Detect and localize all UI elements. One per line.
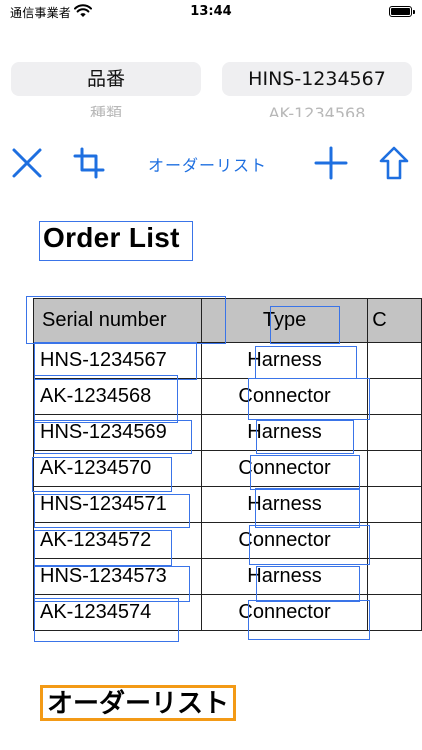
plus-icon[interactable] xyxy=(314,146,348,180)
close-icon[interactable] xyxy=(10,146,44,180)
value-picker[interactable]: HINS-1234567 xyxy=(222,62,412,96)
empty-cell xyxy=(367,558,422,595)
detected-text-box[interactable] xyxy=(39,221,193,261)
detected-text-box[interactable] xyxy=(248,378,370,420)
field-picker[interactable]: 品番 xyxy=(11,62,201,96)
battery-icon xyxy=(389,6,415,17)
value-picker-selected: HINS-1234567 xyxy=(248,68,386,90)
selected-text-box[interactable]: オーダーリスト xyxy=(40,685,237,721)
detected-text-box[interactable] xyxy=(34,598,179,642)
crop-icon[interactable] xyxy=(72,146,106,180)
detected-text-box[interactable] xyxy=(255,346,357,379)
detected-text-box[interactable] xyxy=(270,306,340,344)
detected-text-box[interactable] xyxy=(34,375,178,423)
detected-text-box[interactable] xyxy=(34,566,190,602)
field-picker-next-option[interactable]: 種類 xyxy=(11,103,201,117)
detected-text-box[interactable] xyxy=(32,457,172,492)
detected-text-box[interactable] xyxy=(34,420,192,454)
detected-text-box[interactable] xyxy=(256,420,354,454)
detected-text-box[interactable] xyxy=(250,455,360,490)
empty-cell xyxy=(367,414,422,451)
header-column-c: C xyxy=(367,298,422,343)
detected-text-box[interactable] xyxy=(249,525,370,565)
detected-text-box[interactable] xyxy=(26,296,226,344)
value-picker-next-option[interactable]: AK-1234568 xyxy=(222,103,412,117)
empty-cell xyxy=(367,378,422,415)
detected-text-box[interactable] xyxy=(34,494,190,528)
empty-cell xyxy=(367,486,422,523)
empty-cell xyxy=(367,522,422,559)
detected-text-box[interactable] xyxy=(248,600,370,640)
detected-text-box[interactable] xyxy=(256,566,360,602)
status-time: 13:44 xyxy=(190,4,232,19)
field-picker-selected: 品番 xyxy=(86,68,125,90)
toolbar-title: オーダーリスト xyxy=(148,156,268,175)
detected-text-box[interactable] xyxy=(34,530,172,566)
empty-cell xyxy=(367,342,422,379)
share-icon[interactable] xyxy=(377,146,411,180)
empty-cell xyxy=(367,594,422,631)
empty-cell xyxy=(367,450,422,487)
detected-text-box[interactable] xyxy=(255,488,360,528)
